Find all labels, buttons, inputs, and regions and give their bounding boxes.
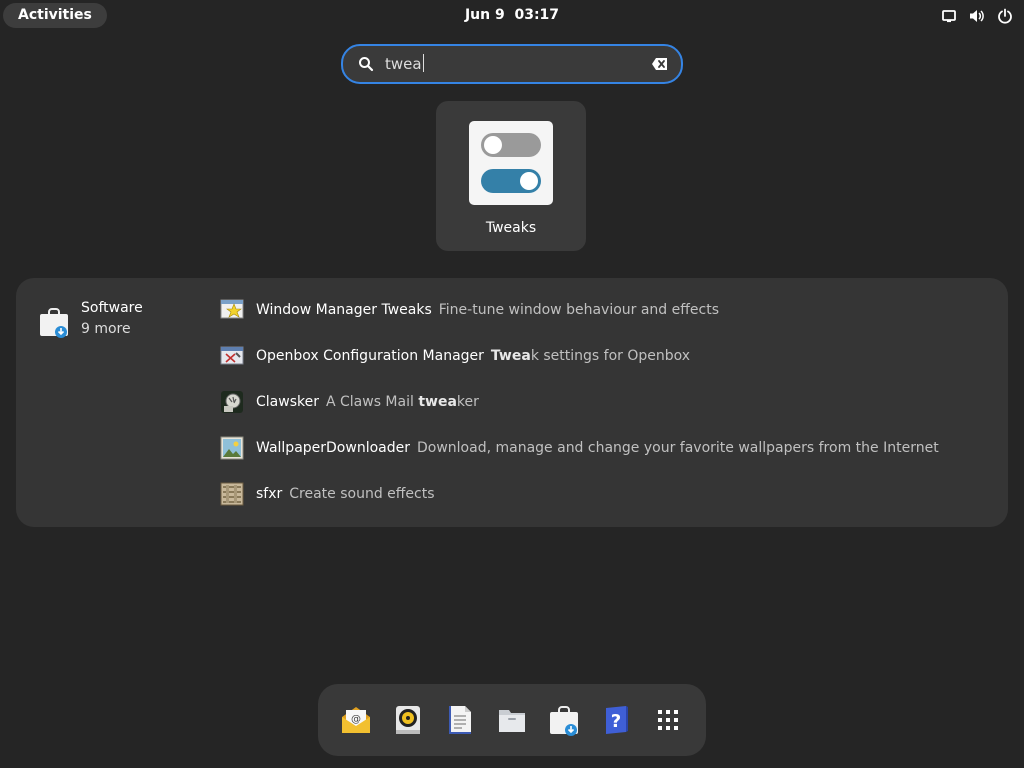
result-description: Tweak settings for Openbox — [491, 348, 690, 364]
provider-name: Software — [81, 300, 143, 316]
toggle-off-graphic — [481, 133, 541, 157]
result-desc-highlight: Twea — [490, 348, 531, 364]
result-title: sfxr — [256, 486, 283, 502]
result-desc-text: k settings for Openbox — [530, 348, 691, 364]
result-desc-text: Download, manage and change your favorit… — [417, 440, 939, 456]
clock-time: 03:17 — [514, 7, 560, 23]
software-icon[interactable] — [548, 704, 580, 736]
result-title: Clawsker — [256, 394, 319, 410]
result-description: A Claws Mail tweaker — [326, 394, 479, 410]
mail-icon[interactable]: @ — [340, 704, 372, 736]
search-text: twea — [385, 54, 424, 73]
result-description: Create sound effects — [289, 486, 434, 502]
result-title: Openbox Configuration Manager — [256, 348, 484, 364]
show-apps-icon[interactable] — [652, 704, 684, 736]
result-description: Fine-tune window behaviour and effects — [439, 302, 719, 318]
software-icon — [40, 308, 68, 338]
search-entry[interactable]: twea — [341, 44, 683, 84]
clock-date: Jun 9 — [464, 7, 505, 23]
search-result-row[interactable]: sfxr Create sound effects — [220, 480, 435, 508]
sfxr-icon — [220, 482, 244, 506]
result-desc-text: Fine-tune window behaviour and effects — [438, 302, 719, 318]
search-result-row[interactable]: WallpaperDownloader Download, manage and… — [220, 434, 939, 462]
tweaks-icon — [469, 121, 553, 205]
files-icon[interactable] — [496, 704, 528, 736]
result-description: Download, manage and change your favorit… — [417, 440, 939, 456]
svg-text:@: @ — [351, 714, 361, 725]
help-icon[interactable]: ? — [600, 704, 632, 736]
text-editor-icon[interactable] — [444, 704, 476, 736]
app-result-tweaks[interactable]: Tweaks — [436, 101, 586, 251]
wallpaper-downloader-icon — [220, 436, 244, 460]
system-tray[interactable] — [940, 7, 1014, 25]
dash: @ ? — [318, 684, 706, 756]
display-icon[interactable] — [940, 7, 958, 25]
result-title: Window Manager Tweaks — [256, 302, 432, 318]
clock: Jun 9 03:17 — [0, 7, 1024, 23]
software-search-provider: Software 9 more Window Manager Tweaks Fi… — [16, 278, 1008, 527]
result-desc-text: A Claws Mail — [325, 394, 419, 410]
search-query: twea — [385, 55, 422, 73]
clear-search-icon[interactable] — [651, 56, 669, 72]
search-result-row[interactable]: Openbox Configuration Manager Tweak sett… — [220, 342, 690, 370]
power-icon[interactable] — [996, 7, 1014, 25]
top-bar: Activities Jun 9 03:17 — [0, 0, 1024, 32]
app-result-label: Tweaks — [485, 220, 537, 236]
clawsker-icon — [221, 391, 243, 413]
result-desc-text: Create sound effects — [289, 486, 435, 502]
search-icon — [359, 57, 374, 72]
text-cursor — [422, 54, 424, 72]
activities-button[interactable]: Activities — [3, 3, 107, 28]
search-result-row[interactable]: Window Manager Tweaks Fine-tune window b… — [220, 296, 719, 324]
svg-text:?: ? — [611, 711, 621, 732]
window-manager-tweaks-icon — [220, 299, 244, 319]
music-player-icon[interactable] — [392, 704, 424, 736]
volume-icon[interactable] — [968, 7, 986, 25]
result-desc-text-end: ker — [456, 394, 479, 410]
provider-more-count: 9 more — [81, 321, 131, 337]
result-title: WallpaperDownloader — [256, 440, 410, 456]
search-result-row[interactable]: Clawsker A Claws Mail tweaker — [220, 388, 479, 416]
result-desc-highlight: twea — [418, 394, 457, 410]
openbox-config-icon — [220, 346, 244, 365]
date-time-button[interactable]: Jun 9 03:17 — [465, 7, 559, 23]
toggle-on-graphic — [481, 169, 541, 193]
